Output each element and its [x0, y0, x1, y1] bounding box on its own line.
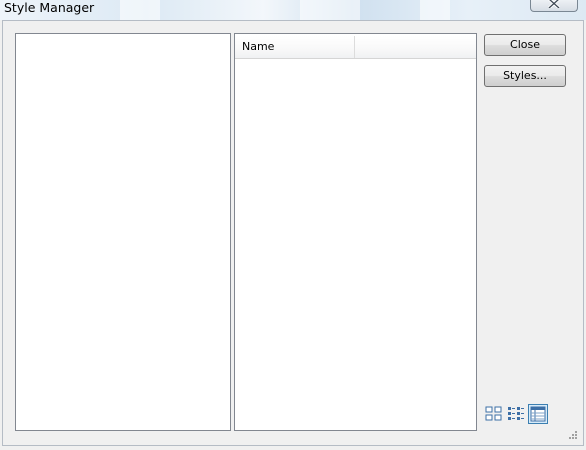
- window-title: Style Manager: [4, 0, 95, 15]
- style-tree-pane[interactable]: [15, 33, 231, 431]
- window-close-button[interactable]: [530, 0, 578, 12]
- large-icons-view-button[interactable]: [484, 404, 504, 424]
- close-button[interactable]: Close: [484, 34, 566, 56]
- title-bar[interactable]: Style Manager: [0, 0, 586, 20]
- large-icons-icon: [485, 406, 502, 421]
- resize-grip-icon[interactable]: [566, 428, 578, 440]
- column-header-name[interactable]: Name: [235, 36, 355, 58]
- close-icon: [548, 0, 560, 8]
- styles-button[interactable]: Styles...: [484, 65, 566, 87]
- style-list-view[interactable]: Name: [234, 33, 477, 431]
- details-view-button[interactable]: [528, 404, 548, 424]
- list-header: Name: [235, 36, 476, 59]
- list-view-button[interactable]: [506, 404, 526, 424]
- column-header-blank[interactable]: [356, 36, 476, 58]
- details-view-icon: [530, 406, 546, 422]
- list-view-icon: [508, 407, 524, 420]
